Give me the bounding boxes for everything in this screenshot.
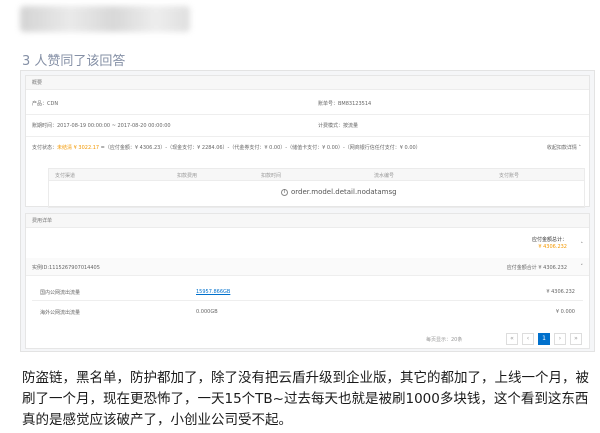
payment-status-label: 支付状态： xyxy=(32,145,58,151)
first-page-button[interactable]: « xyxy=(506,333,518,345)
chevron-down-icon[interactable]: ˅ xyxy=(581,264,584,270)
no-data-message: i order.model.detail.nodatamsg xyxy=(281,188,397,196)
row-name: 海外公网流出流量 xyxy=(40,310,81,316)
fee-detail-panel: 费用详单 应付金额总计： ¥ 4306.232 ˄ 实例ID:111526790… xyxy=(25,213,590,349)
page-1-button[interactable]: 1 xyxy=(538,333,550,345)
instance-total: 应付金额合计 ¥ 4306.232 xyxy=(506,265,567,271)
total-label: 应付金额总计： xyxy=(531,237,567,243)
instance-id: 实例ID:1115267907014405 xyxy=(32,265,100,271)
row-amount: ¥ 0.000 xyxy=(555,309,575,315)
answer-body: 防盗链，黑名单，防护都加了，除了没有把云盾升级到企业版，其它的都加了，上线一个月… xyxy=(22,370,589,428)
row-usage-link[interactable]: 15957.866GB xyxy=(196,289,230,295)
per-page-text: 每页显示：20条 xyxy=(426,337,463,343)
billing-mode-field: 计费模式：按流量 xyxy=(318,123,359,129)
row-name: 国内公网流出流量 xyxy=(40,290,81,296)
fee-detail-title: 费用详单 xyxy=(26,214,589,228)
col-time: 扣款时间 xyxy=(261,173,282,179)
product-field: 产品：CDN xyxy=(32,101,59,107)
collapse-details-link[interactable]: 收起扣款详情 ˄ xyxy=(547,144,581,151)
instance-row: 实例ID:1115267907014405 应付金额合计 ¥ 4306.232 … xyxy=(26,258,589,275)
row-usage: 0.000GB xyxy=(196,309,218,315)
payment-amount: ¥ 3022.17 xyxy=(73,145,100,151)
blurred-author-name xyxy=(20,6,190,32)
next-page-button[interactable]: › xyxy=(554,333,566,345)
row-amount: ¥ 4306.232 xyxy=(546,289,575,295)
last-page-button[interactable]: » xyxy=(570,333,582,345)
col-serial: 流水编号 xyxy=(374,173,395,179)
payment-status-value: 未结清 xyxy=(57,145,73,151)
payment-status-line: 支付状态：未结清 ¥ 3022.17 =（应付金额：¥ 4306.23）-（现金… xyxy=(32,144,421,151)
chevron-up-icon[interactable]: ˄ xyxy=(581,242,584,248)
table-row: 国内公网流出流量 15957.866GB ¥ 4306.232 xyxy=(26,284,589,300)
info-icon: i xyxy=(281,188,288,196)
pagination: 每页显示：20条 « ‹ 1 › » xyxy=(426,333,586,345)
payment-table-header: 支付渠道 扣款费用 扣款时间 流水编号 支付账号 xyxy=(49,169,584,181)
col-fee: 扣款费用 xyxy=(177,173,198,179)
bill-screenshot: 概要 产品：CDN 账单号：BM83123514 账期时间：2017-08-19… xyxy=(20,70,595,352)
prev-page-button[interactable]: ‹ xyxy=(522,333,534,345)
col-account: 支付账号 xyxy=(499,173,520,179)
col-channel: 支付渠道 xyxy=(55,173,76,179)
payment-channel-table: 支付渠道 扣款费用 扣款时间 流水编号 支付账号 i order.model.de… xyxy=(48,168,585,208)
total-value: ¥ 4306.232 xyxy=(538,244,567,250)
payment-breakdown: =（应付金额：¥ 4306.23）-（现金支付：¥ 2284.06）-（代金券支… xyxy=(100,145,421,151)
table-row: 海外公网流出流量 0.000GB ¥ 0.000 xyxy=(26,304,589,320)
upvote-count: 3 人赞同了该回答 xyxy=(22,54,126,69)
period-field: 账期时间：2017-08-19 00:00:00 ~ 2017-08-20 00… xyxy=(32,123,171,129)
overview-title: 概要 xyxy=(26,76,589,90)
chevron-up-icon: ˄ xyxy=(576,145,581,151)
overview-panel: 概要 产品：CDN 账单号：BM83123514 账期时间：2017-08-19… xyxy=(25,75,590,208)
account-field: 账单号：BM83123514 xyxy=(318,101,372,107)
